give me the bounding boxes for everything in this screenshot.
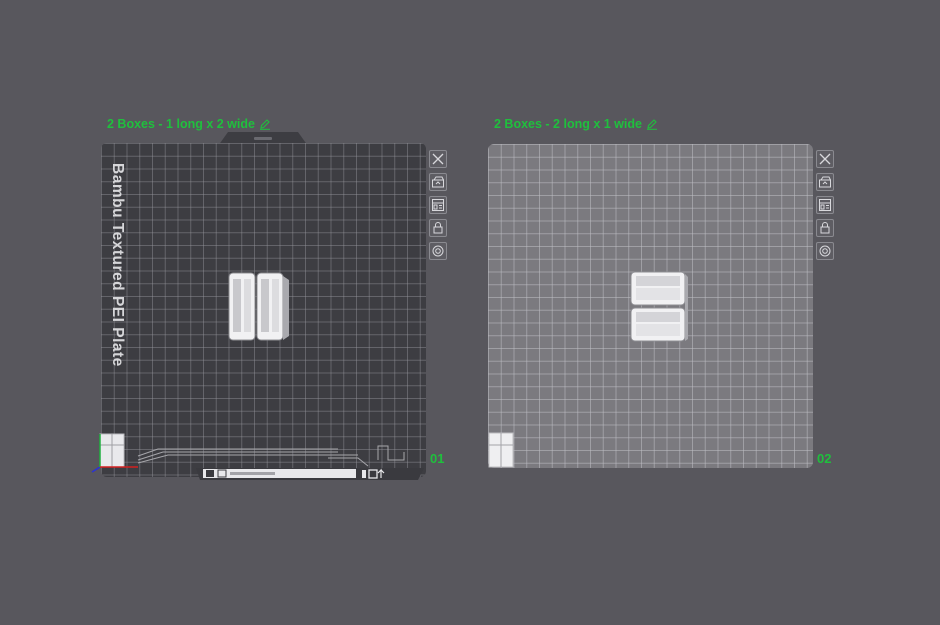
part-box-2[interactable] (629, 270, 689, 344)
settings-button[interactable] (816, 242, 834, 260)
close-button[interactable] (816, 150, 834, 168)
arrange-icon (432, 199, 444, 211)
plate-1-number: 01 (430, 451, 445, 466)
plate-2-number: 02 (817, 451, 832, 466)
lock-icon (820, 222, 830, 234)
plate-1-toolbar (429, 150, 447, 260)
plate-type-label: Bambu Textured PEI Plate (109, 163, 126, 367)
plate-1-title-text: 2 Boxes - 1 long x 2 wide (107, 117, 255, 131)
close-icon (819, 153, 831, 165)
plate-1-title[interactable]: 2 Boxes - 1 long x 2 wide (107, 117, 271, 131)
lock-button[interactable] (429, 219, 447, 237)
settings-icon (819, 245, 831, 257)
edit-icon[interactable] (259, 118, 271, 130)
lock-icon (433, 222, 443, 234)
part-box-1[interactable] (227, 270, 292, 342)
close-button[interactable] (429, 150, 447, 168)
arrange-button[interactable] (429, 196, 447, 214)
auto-orient-icon (819, 176, 831, 188)
plate-1-bottom-features (91, 433, 424, 480)
arrange-button[interactable] (816, 196, 834, 214)
auto-orient-button[interactable] (429, 173, 447, 191)
plate-2-title[interactable]: 2 Boxes - 2 long x 1 wide (494, 117, 658, 131)
plate-2-title-text: 2 Boxes - 2 long x 1 wide (494, 117, 642, 131)
plate-2-toolbar (816, 150, 834, 260)
auto-orient-icon (432, 176, 444, 188)
arrange-icon (819, 199, 831, 211)
auto-orient-button[interactable] (816, 173, 834, 191)
settings-button[interactable] (429, 242, 447, 260)
plate-2-corner-block (488, 432, 514, 468)
edit-icon[interactable] (646, 118, 658, 130)
lock-button[interactable] (816, 219, 834, 237)
close-icon (432, 153, 444, 165)
settings-icon (432, 245, 444, 257)
